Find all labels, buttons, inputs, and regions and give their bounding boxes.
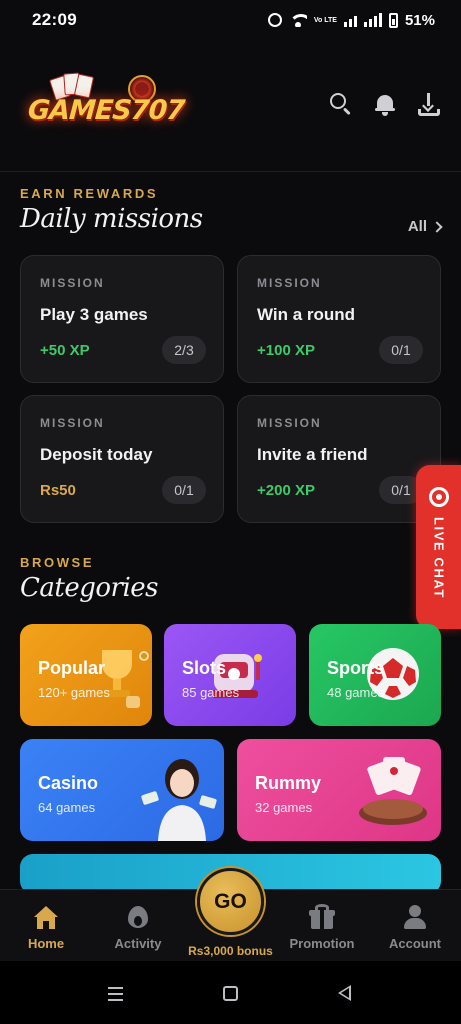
flame-icon — [125, 904, 151, 930]
categories-title: Categories — [20, 573, 159, 603]
chevron-right-icon — [431, 220, 443, 233]
daily-missions-title: Daily missions — [20, 204, 203, 234]
category-name: Casino — [38, 773, 99, 793]
category-popular[interactable]: Popular 120+ games — [20, 624, 152, 726]
category-count: 64 games — [38, 800, 96, 815]
system-nav-bar — [0, 961, 461, 1024]
category-count: 85 games — [182, 685, 240, 700]
casino-host-illustration — [141, 759, 217, 841]
mission-card[interactable]: MISSION Play 3 games +50 XP 2/3 — [20, 255, 224, 383]
go-button[interactable]: GO — [197, 868, 264, 935]
bell-icon[interactable] — [373, 92, 397, 116]
nav-label: Home — [27, 936, 65, 951]
nav-label: Promotion — [289, 936, 355, 951]
see-all-label: All — [407, 218, 427, 235]
category-name: Popular — [38, 658, 106, 678]
category-sports[interactable]: Sports 48 games — [309, 624, 441, 726]
app-header: GAMES707 — [0, 40, 461, 172]
mission-progress: 0/1 — [379, 336, 423, 364]
category-slots[interactable]: Slots 85 games — [164, 624, 296, 726]
wifi-icon — [288, 13, 307, 27]
mission-reward: +100 XP — [257, 342, 315, 359]
home-icon — [33, 904, 59, 930]
mission-progress: 2/3 — [162, 336, 206, 364]
category-name: Rummy — [255, 773, 322, 793]
nav-activity[interactable]: Activity — [103, 890, 173, 962]
earn-rewards-eyebrow: EARN REWARDS — [20, 186, 159, 201]
recent-apps-icon[interactable] — [108, 987, 123, 1005]
category-name: Sports — [327, 658, 385, 678]
mission-progress: 0/1 — [162, 476, 206, 504]
gift-icon — [309, 904, 335, 930]
logo-wordmark: GAMES707 — [26, 95, 186, 126]
mission-title: Deposit today — [40, 445, 153, 464]
category-count: 32 games — [255, 800, 313, 815]
mission-card[interactable]: MISSION Win a round +100 XP 0/1 — [237, 255, 441, 383]
category-casino[interactable]: Casino 64 games — [20, 739, 224, 841]
status-bar: 22:09 Vo LTE 51% — [0, 0, 461, 40]
live-chat-label: LIVE CHAT — [431, 517, 447, 600]
go-bonus-label: Rs3,000 bonus — [188, 944, 273, 958]
mission-tag: MISSION — [257, 276, 322, 290]
category-rummy[interactable]: Rummy 32 games — [237, 739, 441, 841]
status-time: 22:09 — [32, 10, 77, 29]
status-icons: Vo LTE 51% — [267, 11, 435, 29]
mission-title: Play 3 games — [40, 305, 148, 324]
nav-label: Account — [389, 936, 441, 951]
playing-cards-icon — [359, 757, 427, 825]
search-icon[interactable] — [329, 92, 353, 116]
download-icon[interactable] — [417, 92, 441, 116]
browse-eyebrow: BROWSE — [20, 555, 95, 570]
mission-title: Invite a friend — [257, 445, 368, 464]
live-chat-button[interactable]: LIVE CHAT — [416, 465, 461, 629]
battery-icon — [388, 12, 398, 28]
games707-logo[interactable]: GAMES707 — [26, 72, 185, 143]
see-all-missions-link[interactable]: All — [407, 218, 443, 235]
cards-graphic — [48, 72, 104, 101]
nav-promotion[interactable]: Promotion — [287, 890, 357, 962]
mission-title: Win a round — [257, 305, 356, 324]
alarm-icon — [267, 13, 282, 27]
battery-percent: 51% — [404, 11, 435, 29]
category-count: 120+ games — [38, 685, 110, 700]
nav-home[interactable]: Home — [11, 890, 81, 962]
back-icon[interactable] — [338, 985, 351, 1001]
mission-reward: +50 XP — [40, 342, 90, 359]
signal-icon-2 — [363, 13, 382, 27]
mission-card[interactable]: MISSION Invite a friend +200 XP 0/1 — [237, 395, 441, 523]
nav-account[interactable]: Account — [380, 890, 450, 962]
nav-label: Activity — [114, 936, 162, 951]
category-name: Slots — [182, 658, 227, 678]
chat-icon — [429, 487, 449, 507]
mission-card[interactable]: MISSION Deposit today Rs50 0/1 — [20, 395, 224, 523]
mission-tag: MISSION — [257, 416, 322, 430]
account-icon — [402, 904, 428, 930]
header-actions — [329, 92, 441, 116]
mission-reward: Rs50 — [40, 482, 76, 499]
mission-reward: +200 XP — [257, 482, 315, 499]
volte-label: Vo LTE — [313, 16, 337, 24]
category-count: 48 games — [327, 685, 385, 700]
home-square-icon[interactable] — [223, 986, 238, 1001]
mission-tag: MISSION — [40, 276, 105, 290]
signal-icon — [343, 13, 357, 27]
mission-tag: MISSION — [40, 416, 105, 430]
